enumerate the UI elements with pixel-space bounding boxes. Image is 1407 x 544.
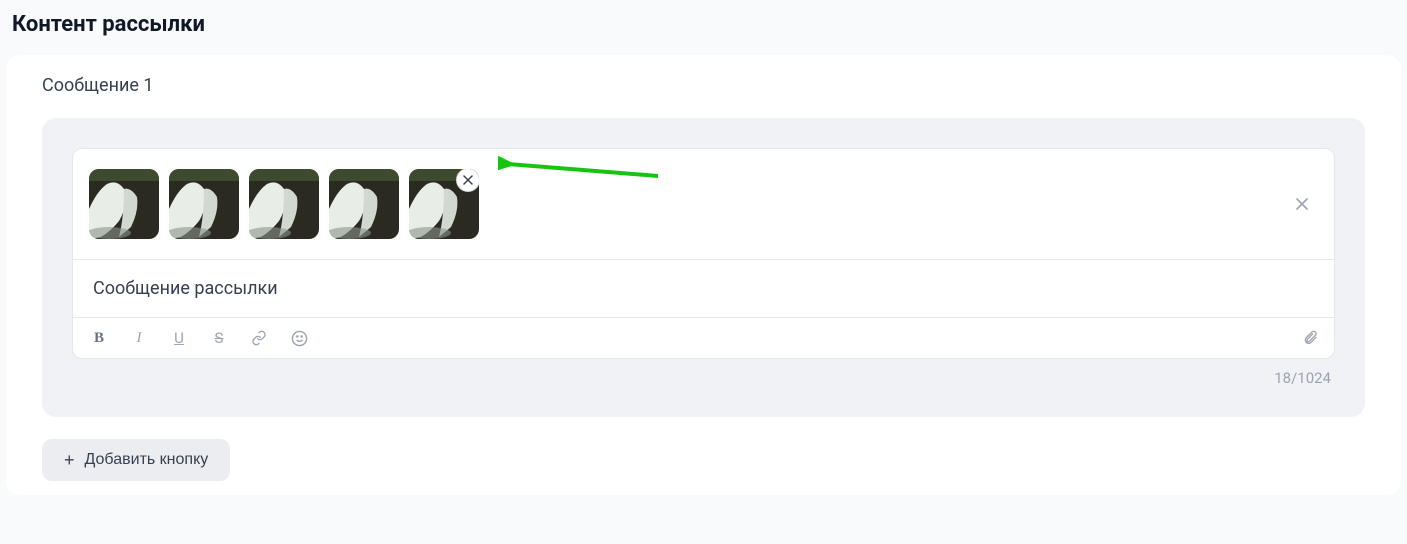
message-card: Сообщение 1 [6, 55, 1401, 495]
formatting-toolbar: B I U S [73, 317, 1334, 358]
emoji-button[interactable] [289, 328, 309, 348]
attachment-thumb[interactable] [89, 169, 159, 239]
underline-button[interactable]: U [169, 328, 189, 348]
editor: Сообщение рассылки B I U S [72, 148, 1335, 359]
strikethrough-button[interactable]: S [209, 328, 229, 348]
page-title: Контент рассылки [0, 0, 1407, 55]
link-button[interactable] [249, 328, 269, 348]
bold-button[interactable]: B [89, 328, 109, 348]
add-button-button[interactable]: + Добавить кнопку [42, 439, 230, 481]
add-button-label: Добавить кнопку [85, 451, 209, 469]
italic-button[interactable]: I [129, 328, 149, 348]
link-icon [251, 330, 267, 346]
attachment-thumb[interactable] [169, 169, 239, 239]
message-label: Сообщение 1 [42, 75, 1365, 96]
clear-attachments-button[interactable] [1290, 192, 1314, 216]
editor-container: Сообщение рассылки B I U S [42, 118, 1365, 417]
close-icon [463, 175, 473, 185]
attachment-thumb[interactable] [249, 169, 319, 239]
plus-icon: + [64, 451, 75, 469]
emoji-icon [291, 330, 308, 347]
paperclip-icon [1302, 329, 1318, 347]
message-text-input[interactable]: Сообщение рассылки [73, 260, 1334, 317]
attachments-row [73, 149, 1334, 259]
attachment-thumb[interactable] [409, 169, 479, 239]
attachment-thumb[interactable] [329, 169, 399, 239]
attach-file-button[interactable] [1302, 329, 1318, 347]
char-counter: 18/1024 [72, 359, 1335, 387]
remove-attachment-button[interactable] [456, 169, 479, 192]
close-icon [1295, 197, 1309, 211]
